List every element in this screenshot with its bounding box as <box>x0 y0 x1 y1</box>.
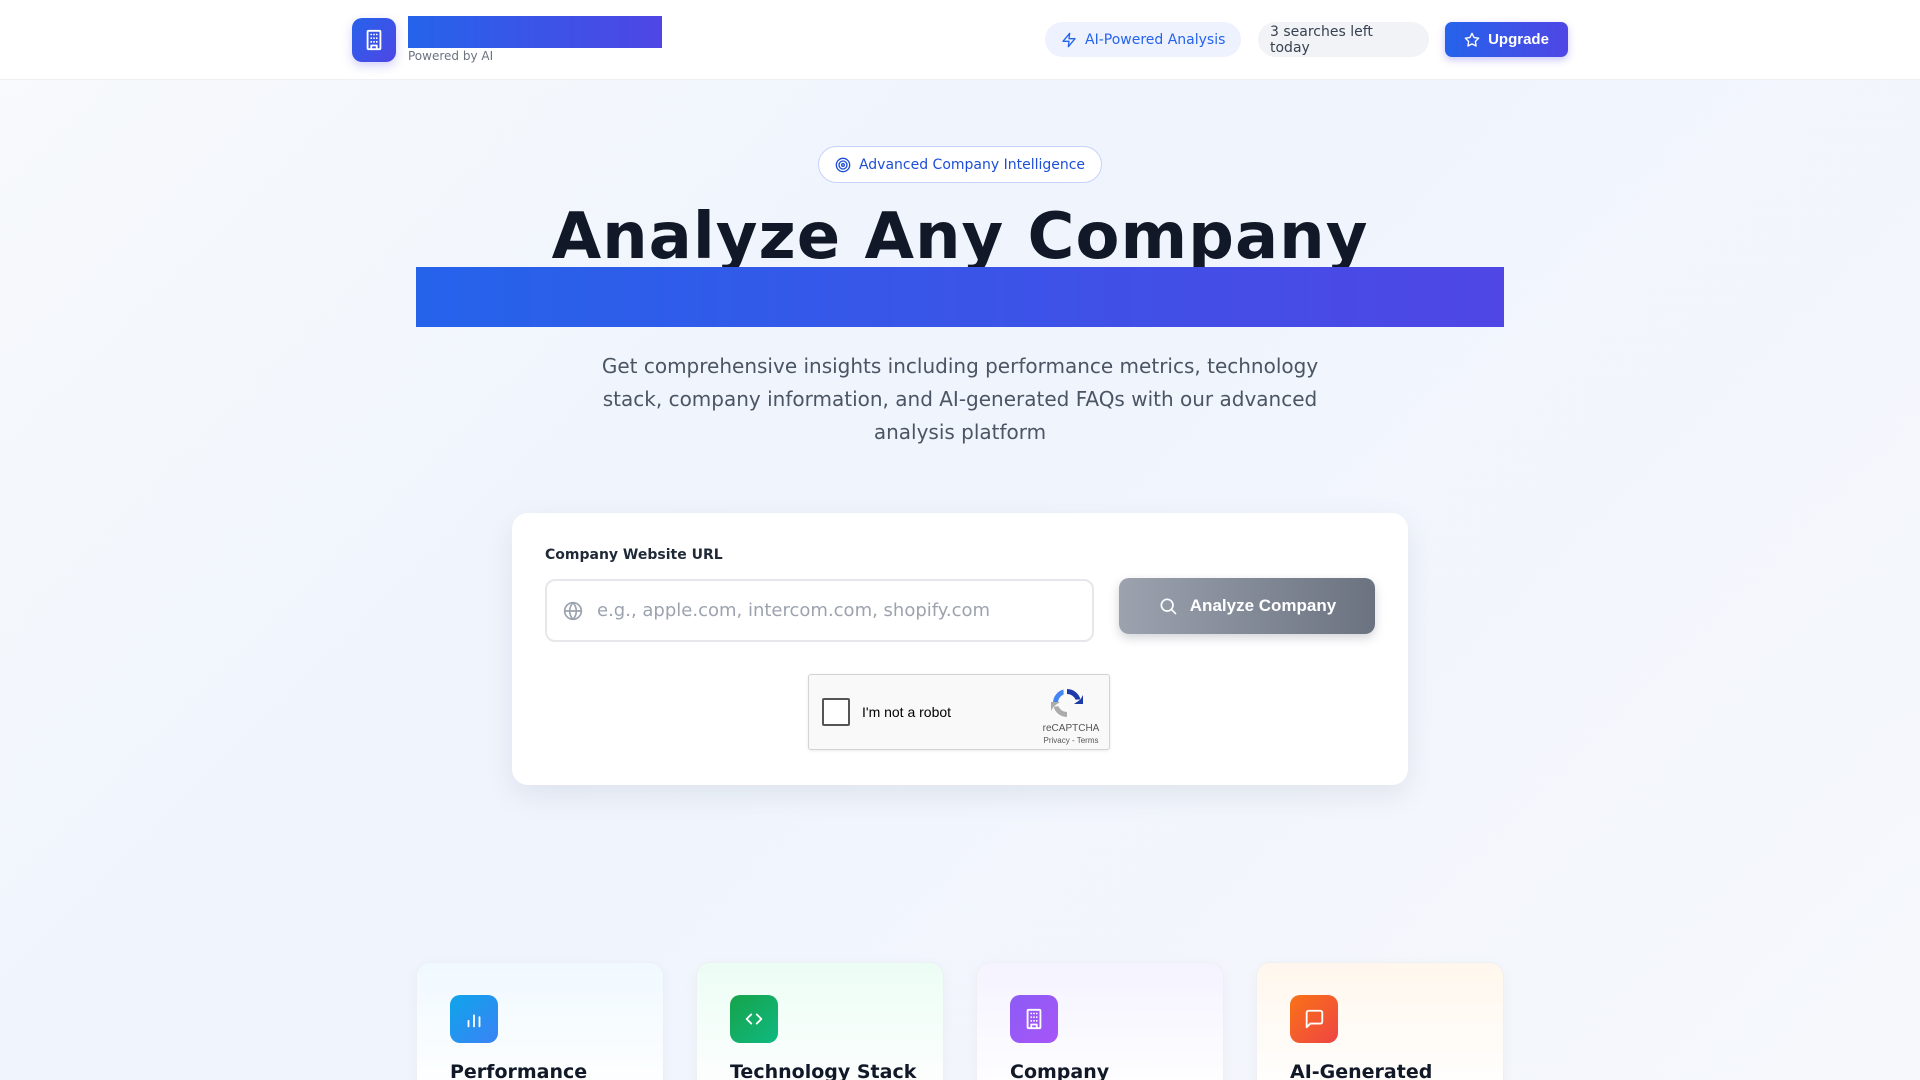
brand-subtitle: Powered by AI <box>408 49 494 63</box>
analyze-company-label: Analyze Company <box>1189 596 1337 615</box>
upgrade-button[interactable]: Upgrade <box>1445 22 1568 57</box>
feature-icon-box <box>730 995 778 1043</box>
feature-icon-box <box>1290 995 1338 1043</box>
feature-title: Company <box>1010 1061 1110 1080</box>
building-icon <box>366 29 382 51</box>
upgrade-label: Upgrade <box>1488 31 1549 48</box>
ai-powered-label: AI-Powered Analysis <box>1085 31 1226 48</box>
top-header: Powered by AI AI-Powered Analysis 3 sear… <box>0 0 1920 80</box>
recaptcha-widget: I'm not a robot reCAPTCHA Privacy - Term… <box>808 674 1110 750</box>
feature-icon-box <box>450 995 498 1043</box>
feature-card-ai-generated: AI-Generated <box>1256 962 1504 1080</box>
hero-description: Get comprehensive insights including per… <box>601 354 1319 444</box>
feature-icon-box <box>1010 995 1058 1043</box>
star-icon <box>1464 32 1480 47</box>
feature-title: AI-Generated <box>1290 1061 1433 1080</box>
searches-left-badge: 3 searches left today <box>1258 22 1429 57</box>
logo[interactable] <box>352 18 396 62</box>
search-icon <box>1160 598 1177 615</box>
recaptcha-links[interactable]: Privacy - Terms <box>1041 736 1101 745</box>
hero-badge-label: Advanced Company Intelligence <box>858 156 1086 173</box>
analyze-company-button[interactable]: Analyze Company <box>1119 578 1375 634</box>
globe-icon <box>563 601 583 620</box>
page-title: Analyze Any Company <box>551 200 1369 274</box>
hero-subtitle-redacted <box>416 267 1504 327</box>
recaptcha-label: I'm not a robot <box>862 704 952 720</box>
bar-chart-icon <box>467 1014 481 1028</box>
feature-card-performance: Performance <box>416 962 664 1080</box>
feature-title: Technology Stack <box>730 1061 917 1080</box>
feature-card-company: Company <box>976 962 1224 1080</box>
feature-card-technology-stack: Technology Stack <box>696 962 944 1080</box>
search-card: Company Website URL Analyze Company I'm … <box>512 513 1408 785</box>
target-icon <box>835 157 851 172</box>
ai-powered-pill: AI-Powered Analysis <box>1045 22 1242 57</box>
lightning-icon <box>1062 32 1076 47</box>
feature-title: Performance <box>450 1061 588 1080</box>
url-input[interactable] <box>597 600 1077 621</box>
hero-badge: Advanced Company Intelligence <box>818 146 1102 183</box>
code-icon <box>745 1013 763 1025</box>
brand-name-redacted <box>408 16 662 48</box>
chat-icon <box>1305 1009 1324 1029</box>
url-input-wrapper[interactable] <box>545 579 1094 642</box>
url-field-label: Company Website URL <box>545 547 723 563</box>
recaptcha-checkbox[interactable] <box>822 698 850 726</box>
recaptcha-brand: reCAPTCHA <box>1042 723 1100 734</box>
building-icon <box>1026 1008 1042 1030</box>
recaptcha-logo-icon <box>1051 689 1083 717</box>
